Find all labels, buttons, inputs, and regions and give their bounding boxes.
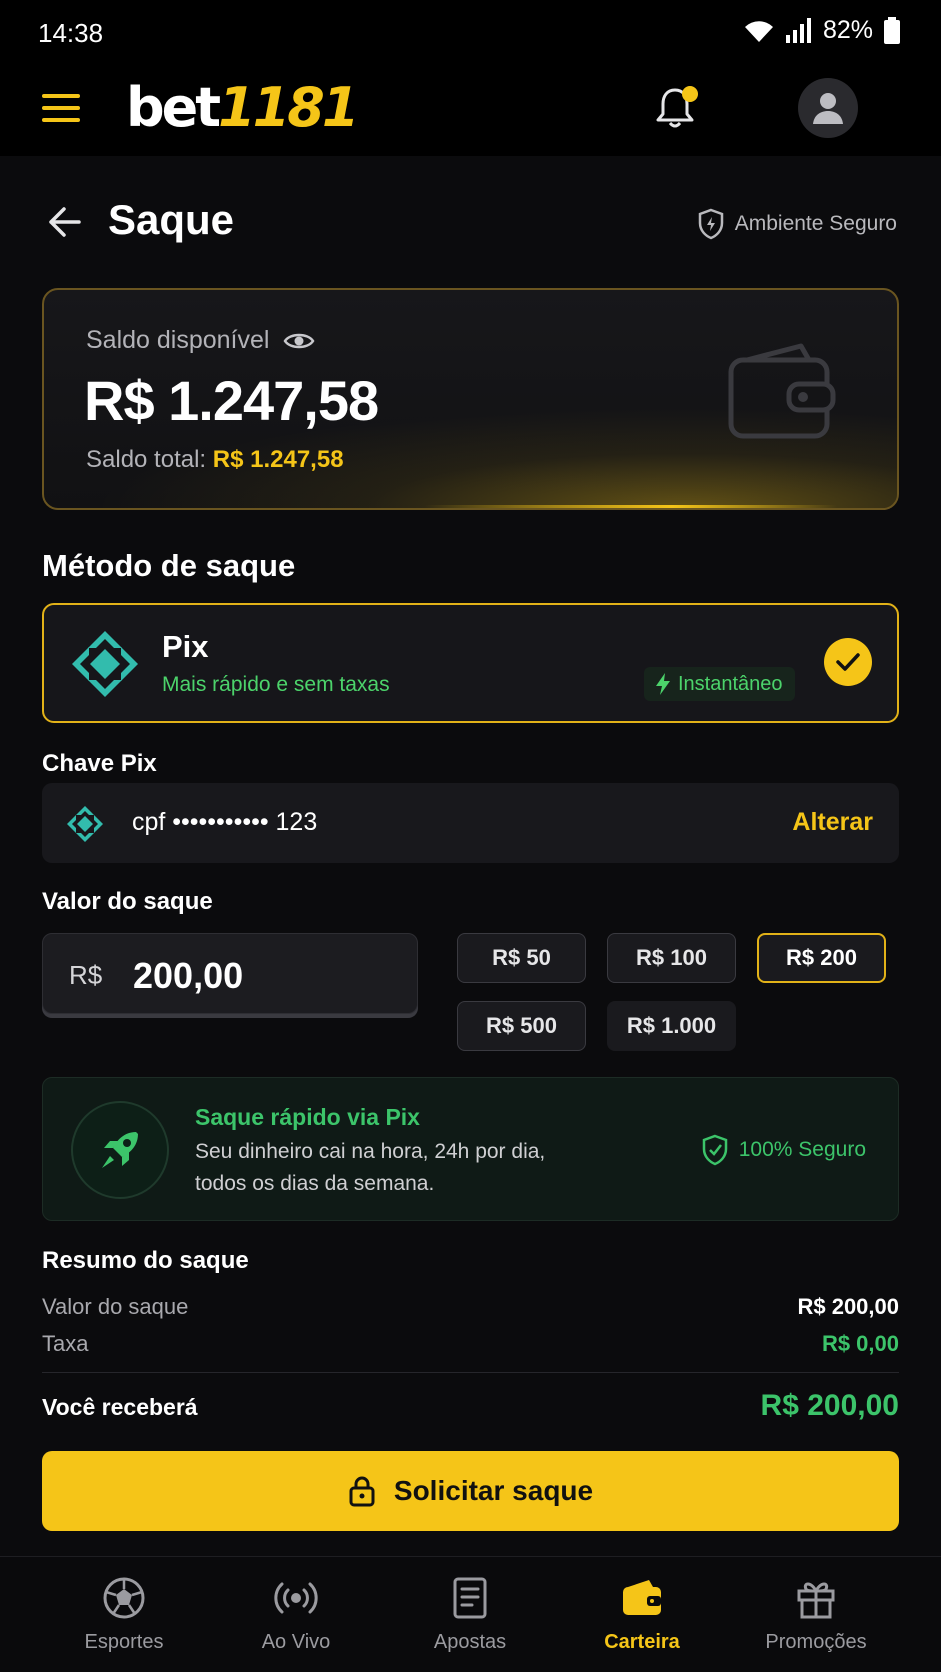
brand-logo[interactable]: bet1181 bbox=[126, 76, 359, 139]
nav-label-apostas: Apostas bbox=[433, 1631, 507, 1653]
notification-bell-icon[interactable] bbox=[652, 84, 702, 134]
balance-label: Saldo disponível bbox=[86, 326, 270, 354]
pix-method-subtitle: Mais rápido e sem taxas bbox=[162, 673, 390, 696]
secure-percent-label: 100% Seguro bbox=[738, 1138, 866, 1161]
request-withdrawal-button[interactable]: Solicitar saque bbox=[42, 1451, 899, 1531]
amount-input[interactable]: R$ 200,00 bbox=[42, 933, 418, 1014]
live-broadcast-icon bbox=[274, 1582, 318, 1614]
notification-dot bbox=[682, 86, 698, 102]
summary-amount-value: R$ 200,00 bbox=[797, 1294, 899, 1319]
pix-logo-icon bbox=[72, 631, 138, 697]
bottom-navigation: Esportes Ao Vivo Apostas Carteira Promoç… bbox=[0, 1556, 941, 1672]
amount-chip-200[interactable]: R$ 200 bbox=[757, 933, 886, 983]
pix-method-name: Pix bbox=[162, 629, 209, 664]
battery-icon bbox=[884, 16, 900, 44]
status-icons: 82% bbox=[743, 16, 901, 45]
user-icon bbox=[813, 93, 843, 124]
balance-total-value: R$ 1.247,58 bbox=[212, 446, 344, 473]
amount-chip-100[interactable]: R$ 100 bbox=[607, 933, 736, 983]
lock-icon bbox=[349, 1476, 375, 1507]
pix-method-card[interactable]: Pix Mais rápido e sem taxas Instantâneo bbox=[42, 603, 899, 723]
nav-label-promocoes: Promoções bbox=[765, 1631, 867, 1653]
nav-item-promocoes[interactable]: Promoções bbox=[730, 1575, 902, 1654]
user-avatar[interactable] bbox=[798, 78, 858, 138]
secure-percent-badge: 100% Seguro bbox=[701, 1134, 866, 1166]
wallet-icon bbox=[623, 1580, 661, 1615]
bet-slip-icon bbox=[453, 1577, 487, 1619]
summary-divider bbox=[42, 1372, 899, 1373]
request-withdrawal-label: Solicitar saque bbox=[393, 1475, 594, 1506]
wallet-icon bbox=[728, 343, 836, 439]
summary-receive-label: Você receberá bbox=[42, 1394, 198, 1420]
wifi-icon bbox=[744, 20, 773, 42]
page-title: Saque bbox=[108, 196, 235, 243]
back-arrow-icon[interactable] bbox=[46, 206, 86, 242]
summary-fee-value: R$ 0,00 bbox=[821, 1331, 899, 1356]
summary-fee-label: Taxa bbox=[42, 1331, 89, 1356]
battery-percent: 82% bbox=[822, 16, 873, 44]
summary-amount-label: Valor do saque bbox=[42, 1294, 189, 1319]
gift-icon bbox=[797, 1582, 835, 1619]
amount-label: Valor do saque bbox=[42, 888, 213, 915]
pix-key-icon bbox=[67, 806, 103, 842]
logo-text-white: bet bbox=[126, 76, 221, 139]
balance-card: Saldo disponível R$ 1.247,58 Saldo total… bbox=[42, 288, 899, 510]
rocket-icon bbox=[102, 1132, 138, 1168]
soccer-ball-icon bbox=[103, 1577, 145, 1619]
pix-key-label: Chave Pix bbox=[42, 750, 157, 777]
fast-pix-title: Saque rápido via Pix bbox=[195, 1104, 420, 1130]
status-time: 14:38 bbox=[38, 18, 104, 48]
eye-icon[interactable] bbox=[283, 330, 315, 352]
nav-item-ao-vivo[interactable]: Ao Vivo bbox=[210, 1575, 382, 1654]
amount-chip-50[interactable]: R$ 50 bbox=[457, 933, 586, 983]
amount-chip-500[interactable]: R$ 500 bbox=[457, 1001, 586, 1051]
selected-check-icon bbox=[824, 638, 872, 686]
instant-badge-label: Instantâneo bbox=[678, 672, 783, 695]
pix-key-value: cpf ••••••••••• 123 bbox=[132, 808, 318, 836]
amount-currency: R$ bbox=[69, 960, 103, 990]
pix-key-row: cpf ••••••••••• 123 Alterar bbox=[42, 783, 899, 863]
balance-label-row: Saldo disponível bbox=[86, 326, 315, 355]
summary-receive-value: R$ 200,00 bbox=[760, 1389, 899, 1422]
balance-total-label: Saldo total: bbox=[86, 446, 207, 473]
nav-item-apostas[interactable]: Apostas bbox=[384, 1575, 556, 1654]
nav-label-carteira: Carteira bbox=[604, 1631, 680, 1653]
nav-label-ao-vivo: Ao Vivo bbox=[261, 1631, 331, 1653]
signal-icon bbox=[785, 17, 811, 43]
shield-check-icon bbox=[702, 1134, 727, 1166]
summary-title: Resumo do saque bbox=[42, 1247, 249, 1274]
nav-item-carteira[interactable]: Carteira bbox=[556, 1575, 728, 1654]
secure-environment-badge: Ambiente Seguro bbox=[697, 208, 897, 240]
amount-chip-1000[interactable]: R$ 1.000 bbox=[607, 1001, 736, 1051]
balance-value: R$ 1.247,58 bbox=[84, 369, 379, 432]
logo-text-yellow: 1181 bbox=[218, 76, 359, 139]
lightning-icon bbox=[656, 673, 670, 695]
nav-item-esportes[interactable]: Esportes bbox=[38, 1575, 210, 1654]
method-section-title: Método de saque bbox=[42, 548, 296, 583]
instant-badge: Instantâneo bbox=[644, 667, 795, 701]
nav-label-esportes: Esportes bbox=[84, 1631, 164, 1653]
fast-pix-banner: Saque rápido via Pix Seu dinheiro cai na… bbox=[42, 1077, 899, 1221]
secure-label: Ambiente Seguro bbox=[734, 212, 897, 235]
shield-icon bbox=[698, 208, 723, 240]
amount-value: 200,00 bbox=[133, 955, 244, 996]
balance-total: Saldo total: R$ 1.247,58 bbox=[86, 446, 344, 474]
rocket-badge bbox=[71, 1101, 169, 1199]
change-pix-key-link[interactable]: Alterar bbox=[792, 808, 873, 837]
hamburger-menu-icon[interactable] bbox=[42, 92, 82, 124]
fast-pix-description: Seu dinheiro cai na hora, 24h por dia, t… bbox=[195, 1140, 546, 1195]
